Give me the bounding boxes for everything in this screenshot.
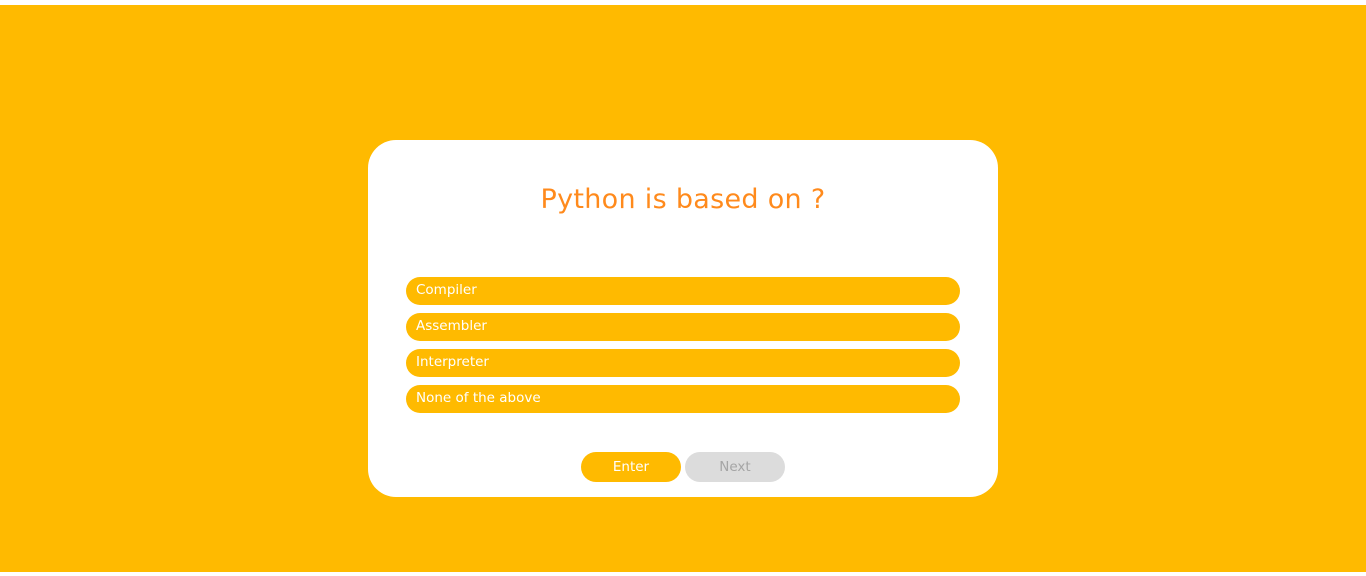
enter-button[interactable]: Enter — [581, 452, 681, 482]
option-none-of-the-above[interactable]: None of the above — [406, 385, 960, 413]
option-interpreter[interactable]: Interpreter — [406, 349, 960, 377]
option-assembler[interactable]: Assembler — [406, 313, 960, 341]
page-background: Python is based on ? Compiler Assembler … — [0, 5, 1366, 572]
next-button[interactable]: Next — [685, 452, 785, 482]
option-compiler[interactable]: Compiler — [406, 277, 960, 305]
action-buttons: Enter Next — [581, 452, 791, 482]
quiz-card: Python is based on ? Compiler Assembler … — [368, 140, 998, 497]
answer-options: Compiler Assembler Interpreter None of t… — [406, 277, 960, 421]
question-title: Python is based on ? — [540, 184, 826, 215]
